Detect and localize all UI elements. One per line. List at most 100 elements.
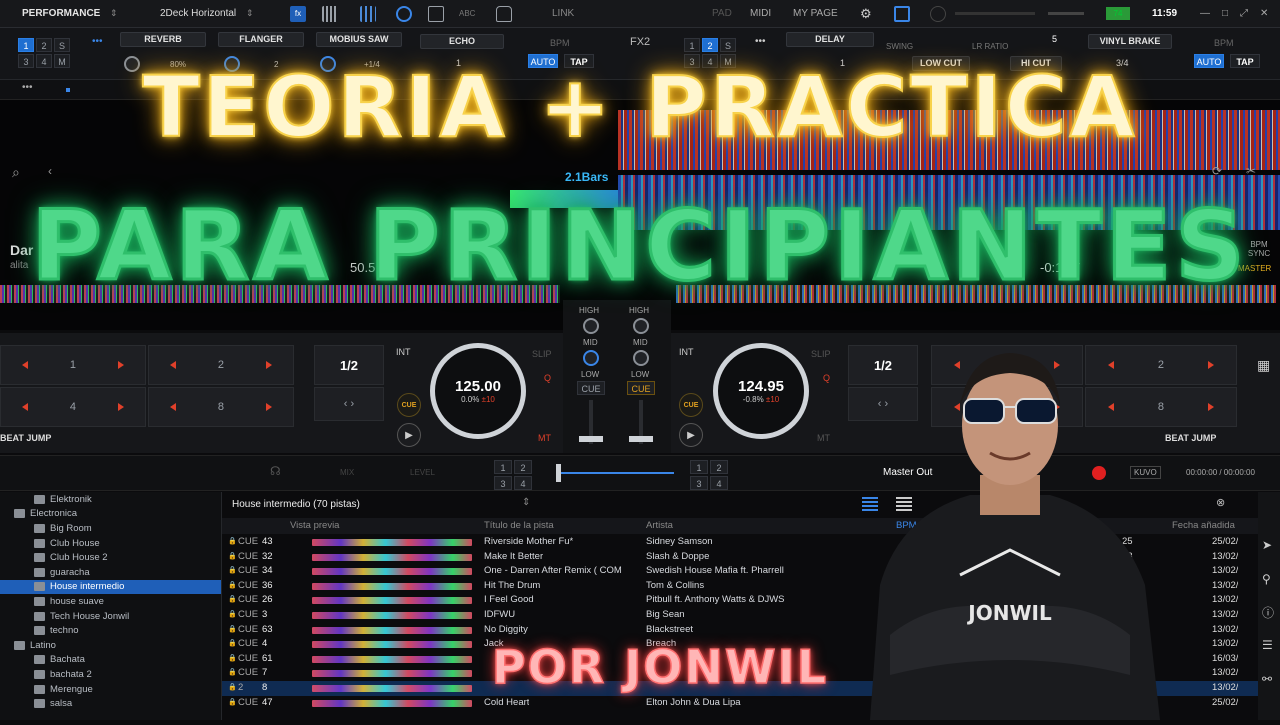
mixer-sliders-icon[interactable] xyxy=(360,6,376,22)
left-jump-pad-8[interactable]: 8 xyxy=(148,387,294,427)
left-deck-sel-3[interactable]: 3 xyxy=(494,476,512,490)
printer-icon[interactable] xyxy=(496,6,512,22)
preview-waveform[interactable] xyxy=(312,582,472,590)
left-platter[interactable]: 125.00 0.0% ±10 xyxy=(430,343,526,439)
my-page-button[interactable]: MY PAGE xyxy=(793,8,838,19)
preview-waveform[interactable] xyxy=(312,612,472,619)
col-title[interactable]: Título de la pista xyxy=(484,520,554,531)
fullscreen-icon[interactable]: ⤢ xyxy=(1240,8,1248,19)
right-platter[interactable]: 124.95 -0.8% ±10 xyxy=(713,343,809,439)
lock-icon[interactable]: 🔒 xyxy=(228,681,237,696)
tree-item[interactable]: Big Room xyxy=(0,521,221,536)
lock-icon[interactable]: 🔒 xyxy=(228,579,237,594)
close-icon[interactable]: ✕ xyxy=(1260,8,1268,19)
lock-icon[interactable]: 🔒 xyxy=(228,623,237,638)
left-slip-label[interactable]: SLIP xyxy=(532,349,552,359)
volume-slider[interactable] xyxy=(1048,12,1084,15)
tag-icon[interactable]: ➤ xyxy=(1262,538,1272,552)
record-circle-icon[interactable] xyxy=(396,6,412,22)
left-deck-sel-1[interactable]: 1 xyxy=(494,460,512,474)
left-jump-pad-1[interactable]: 1 xyxy=(0,345,146,385)
right-deck-sel-4[interactable]: 4 xyxy=(710,476,728,490)
lock-icon[interactable]: 🔒 xyxy=(228,608,237,623)
left-jump-pad-4[interactable]: 4 xyxy=(0,387,146,427)
left-headphone-cue[interactable]: CUE xyxy=(577,381,605,395)
echo-slot[interactable]: ECHO xyxy=(420,34,504,49)
left-play-button[interactable]: ▶ xyxy=(397,423,421,447)
more-dots-icon[interactable]: ••• xyxy=(755,36,766,47)
left-int-label[interactable]: INT xyxy=(396,347,411,357)
tree-item[interactable]: house suave xyxy=(0,594,221,609)
lock-icon[interactable]: 🔒 xyxy=(228,564,237,579)
preview-waveform[interactable] xyxy=(312,641,472,649)
col-preview[interactable]: Vista previa xyxy=(290,520,339,531)
chevron-updown-icon[interactable]: ⇕ xyxy=(246,8,254,19)
right-q-label[interactable]: Q xyxy=(823,373,830,383)
col-date[interactable]: Fecha añadida xyxy=(1172,520,1235,531)
preview-waveform[interactable] xyxy=(312,539,472,546)
clear-search-icon[interactable]: ⊗ xyxy=(1216,496,1225,509)
preview-waveform[interactable] xyxy=(312,553,472,561)
tree-item[interactable]: guaracha xyxy=(0,565,221,580)
fx-icon[interactable]: fx xyxy=(290,6,306,22)
tree-item[interactable]: Club House xyxy=(0,536,221,551)
link-button[interactable]: LINK xyxy=(552,8,574,19)
preview-waveform[interactable] xyxy=(312,626,472,634)
abc-icon[interactable]: ABC xyxy=(459,9,475,18)
lock-icon[interactable]: 🔒 xyxy=(228,550,237,565)
preview-waveform[interactable] xyxy=(312,597,472,605)
lock-icon[interactable]: 🔒 xyxy=(228,696,237,711)
midi-button[interactable]: MIDI xyxy=(750,8,771,19)
right-slip-label[interactable]: SLIP xyxy=(811,349,831,359)
left-mid-knob[interactable] xyxy=(583,350,599,366)
left-cue-button[interactable]: CUE xyxy=(397,393,421,417)
lock-icon[interactable]: 🔒 xyxy=(228,666,237,681)
preview-waveform[interactable] xyxy=(312,568,472,576)
fx-left-deck-1[interactable]: 1 xyxy=(18,38,34,52)
fx-left-deck-s[interactable]: S xyxy=(54,38,70,52)
right-mid-knob[interactable] xyxy=(633,350,649,366)
crossfader-handle[interactable] xyxy=(556,464,561,482)
tree-item[interactable]: Latino xyxy=(0,638,221,653)
tree-item[interactable]: Elektronik xyxy=(0,492,221,507)
monitor-icon[interactable] xyxy=(894,6,910,22)
right-headphone-cue[interactable]: CUE xyxy=(627,381,655,395)
chevron-left-icon[interactable]: ‹ xyxy=(48,164,52,178)
share-icon[interactable]: ⚲ xyxy=(1262,572,1271,586)
left-deck-sel-2[interactable]: 2 xyxy=(514,460,532,474)
link-chain-icon[interactable]: ⚯ xyxy=(1262,672,1272,686)
fx-left-deck-2[interactable]: 2 xyxy=(36,38,52,52)
list-icon[interactable]: ☰ xyxy=(1262,638,1273,652)
delay-slot[interactable]: DELAY xyxy=(786,32,874,47)
scissors-icon[interactable]: ✂ xyxy=(1246,164,1256,178)
search-icon[interactable]: ⌕ xyxy=(12,164,20,181)
deck-mode-menu[interactable]: 2Deck Horizontal xyxy=(160,8,236,19)
layout-menu[interactable]: PERFORMANCE xyxy=(22,8,100,19)
pad-button[interactable]: PAD xyxy=(712,8,732,19)
right-play-button[interactable]: ▶ xyxy=(679,423,703,447)
fx-slot-1[interactable]: REVERB xyxy=(120,32,206,47)
left-volume-fader[interactable] xyxy=(579,436,603,442)
minimize-icon[interactable]: — xyxy=(1200,8,1210,19)
preview-waveform[interactable] xyxy=(312,685,472,692)
tree-item[interactable]: techno xyxy=(0,623,221,638)
fx-right-deck-s[interactable]: S xyxy=(720,38,736,52)
preview-waveform[interactable] xyxy=(312,655,472,663)
headphones-icon[interactable]: ☊ xyxy=(270,464,281,478)
fx-slot-2[interactable]: FLANGER xyxy=(218,32,304,47)
film-icon[interactable] xyxy=(428,6,444,22)
left-jump-pad-2[interactable]: 2 xyxy=(148,345,294,385)
tree-item[interactable]: Club House 2 xyxy=(0,550,221,565)
lock-icon[interactable]: 🔒 xyxy=(228,637,237,652)
vinyl-brake-slot[interactable]: VINYL BRAKE xyxy=(1088,34,1172,49)
lock-icon[interactable]: 🔒 xyxy=(228,652,237,667)
left-q-label[interactable]: Q xyxy=(544,373,551,383)
tree-item[interactable]: salsa xyxy=(0,696,221,711)
col-artist[interactable]: Artista xyxy=(646,520,673,531)
gear-icon[interactable]: ⚙ xyxy=(860,6,872,22)
right-cue-button[interactable]: CUE xyxy=(679,393,703,417)
restore-icon[interactable]: □ xyxy=(1222,8,1228,19)
loop-icon[interactable]: ⟳ xyxy=(1212,164,1222,178)
right-int-label[interactable]: INT xyxy=(679,347,694,357)
tree-item[interactable]: Bachata xyxy=(0,653,221,668)
